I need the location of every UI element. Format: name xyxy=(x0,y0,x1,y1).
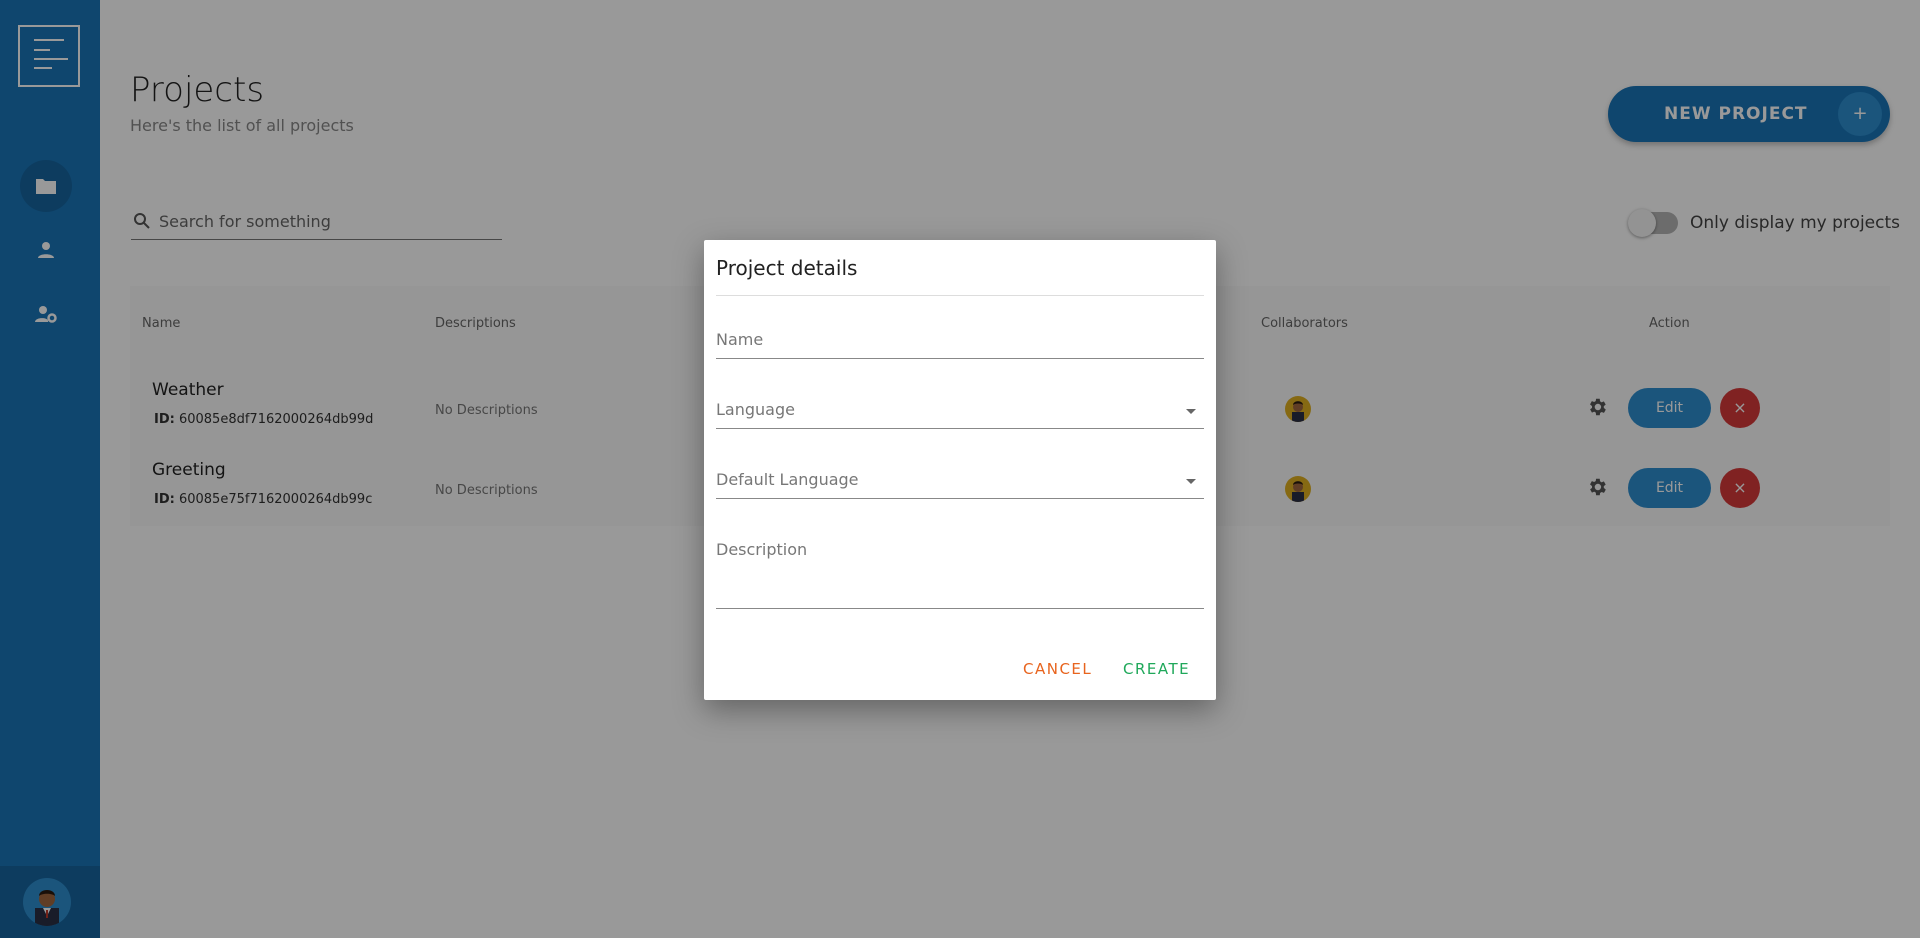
description-field[interactable]: Description xyxy=(716,532,1204,609)
dialog-title: Project details xyxy=(716,256,858,280)
cancel-button[interactable]: CANCEL xyxy=(1023,660,1092,678)
name-field-label: Name xyxy=(716,330,764,349)
language-select[interactable]: Language xyxy=(716,392,1204,429)
description-field-label: Description xyxy=(716,540,808,559)
language-select-label: Language xyxy=(716,400,795,419)
default-language-select-label: Default Language xyxy=(716,470,859,489)
name-field[interactable]: Name xyxy=(716,322,1204,359)
project-details-dialog: Project details Name Language Default La… xyxy=(704,240,1216,700)
caret-down-icon xyxy=(1186,479,1196,484)
create-button[interactable]: CREATE xyxy=(1123,660,1190,678)
caret-down-icon xyxy=(1186,409,1196,414)
default-language-select[interactable]: Default Language xyxy=(716,462,1204,499)
dialog-divider xyxy=(716,295,1204,296)
